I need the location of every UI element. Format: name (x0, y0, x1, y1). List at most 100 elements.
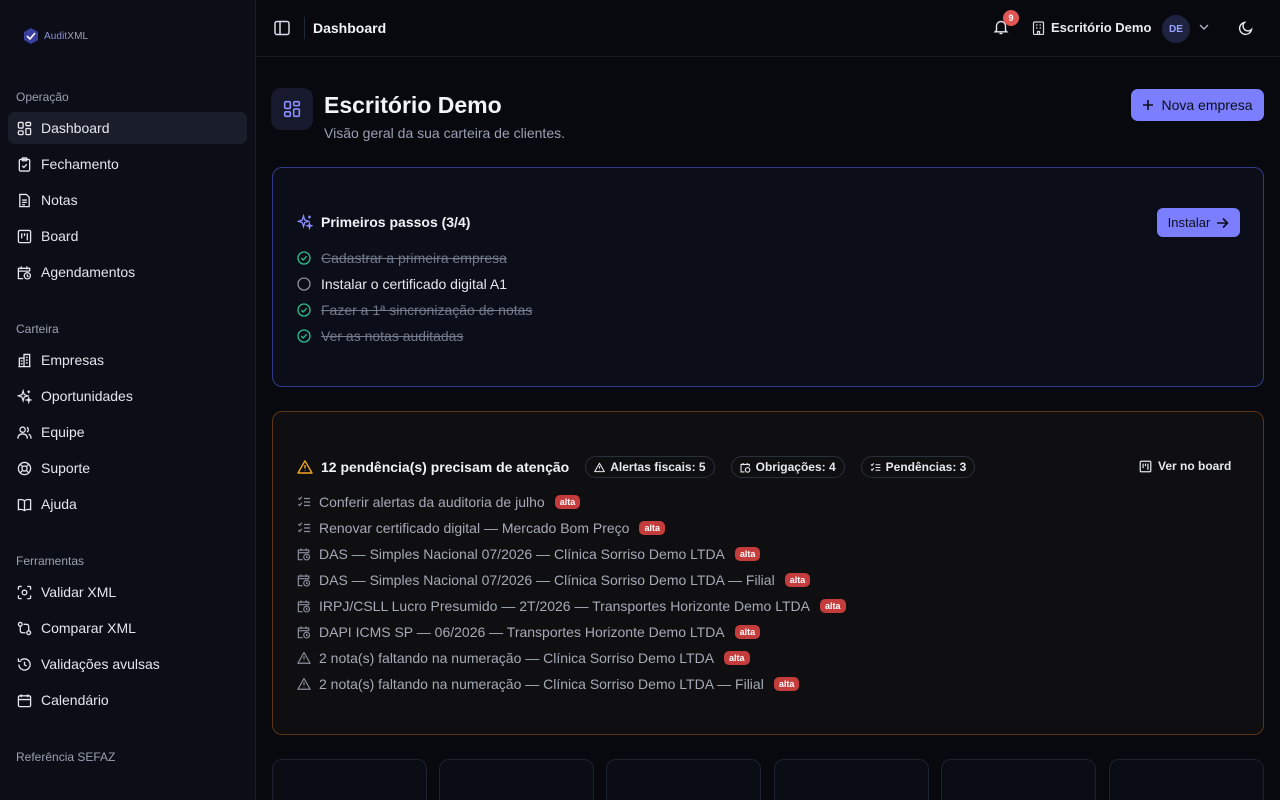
app-logo[interactable]: AuditXML (22, 26, 88, 46)
lifebuoy-icon (17, 461, 32, 475)
logo-mark-icon (24, 28, 38, 44)
stat-card[interactable] (439, 759, 594, 800)
sidebar-item-validar-xml[interactable]: Validar XML (8, 576, 247, 608)
git-compare-icon (17, 621, 32, 635)
new-company-button[interactable]: Nova empresa (1131, 89, 1264, 121)
sidebar-item-label: Fechamento (41, 156, 119, 172)
section-label-operacao: Operação (16, 90, 69, 104)
stat-card[interactable] (941, 759, 1096, 800)
sidebar-item-notas[interactable]: Notas (8, 184, 247, 216)
kanban-icon (17, 229, 32, 243)
pending-item[interactable]: Renovar certificado digital — Mercado Bo… (297, 520, 665, 536)
pending-item[interactable]: IRPJ/CSLL Lucro Presumido — 2T/2026 — Tr… (297, 598, 846, 614)
onboarding-step[interactable]: Ver as notas auditadas (297, 328, 463, 344)
priority-badge: alta (734, 547, 761, 561)
users-icon (17, 425, 32, 439)
pending-item-text: IRPJ/CSLL Lucro Presumido — 2T/2026 — Tr… (319, 598, 810, 614)
chip-label: Pendências: 3 (885, 460, 967, 474)
calendar-clock-icon (297, 600, 311, 613)
chip-pendencias[interactable]: Pendências: 3 (860, 456, 976, 478)
sidebar-item-agendamentos[interactable]: Agendamentos (8, 256, 247, 288)
sidebar-item-suporte[interactable]: Suporte (8, 452, 247, 484)
section-label-carteira: Carteira (16, 322, 59, 336)
org-switcher[interactable]: Escritório Demo (1032, 20, 1151, 35)
notification-badge: 9 (1003, 10, 1019, 26)
calendar-clock-icon (297, 626, 311, 639)
chip-obrigacoes[interactable]: Obrigações: 4 (730, 456, 845, 478)
list-checks-icon (297, 496, 311, 507)
topbar: Dashboard 9 Escritório Demo DE (256, 0, 1280, 57)
sidebar-item-label: Validar XML (41, 584, 117, 600)
moon-icon[interactable] (1238, 20, 1254, 36)
sparkles-icon (297, 214, 313, 230)
sidebar-item-fechamento[interactable]: Fechamento (8, 148, 247, 180)
pending-item[interactable]: 2 nota(s) faltando na numeração — Clínic… (297, 650, 750, 666)
sidebar-item-equipe[interactable]: Equipe (8, 416, 247, 448)
onboarding-step[interactable]: Fazer a 1ª sincronização de notas (297, 302, 532, 318)
alert-triangle-icon (594, 462, 606, 472)
stat-card[interactable] (606, 759, 761, 800)
kanban-icon (1139, 460, 1152, 472)
stat-card[interactable] (272, 759, 427, 800)
pending-item[interactable]: 2 nota(s) faltando na numeração — Clínic… (297, 676, 800, 692)
pending-item[interactable]: DAPI ICMS SP — 06/2026 — Transportes Hor… (297, 624, 761, 640)
scan-icon (17, 585, 32, 599)
stat-card[interactable] (774, 759, 929, 800)
sidebar-item-label: Notas (41, 192, 78, 208)
chevron-down-icon[interactable] (1198, 21, 1210, 33)
building-icon (1032, 20, 1045, 35)
sidebar-item-ajuda[interactable]: Ajuda (8, 488, 247, 520)
onboarding-step[interactable]: Instalar o certificado digital A1 (297, 276, 507, 292)
pending-item-text: Conferir alertas da auditoria de julho (319, 494, 545, 510)
onboarding-title: Primeiros passos (3/4) (297, 214, 470, 230)
view-board-link[interactable]: Ver no board (1139, 459, 1231, 473)
sidebar-item-label: Agendamentos (41, 264, 136, 280)
onboarding-title-text: Primeiros passos (3/4) (321, 214, 471, 230)
view-board-label: Ver no board (1158, 459, 1232, 473)
grid-icon (17, 121, 32, 135)
sidebar-item-label: Dashboard (41, 120, 110, 136)
check-circle-icon (297, 251, 311, 265)
sidebar-item-empresas[interactable]: Empresas (8, 344, 247, 376)
logo-text: AuditXML (44, 30, 89, 42)
calendar-clock-icon (297, 548, 311, 561)
sidebar-item-oportunidades[interactable]: Oportunidades (8, 380, 247, 412)
stat-card[interactable] (1109, 759, 1264, 800)
pending-item-text: DAS — Simples Nacional 07/2026 — Clínica… (319, 546, 725, 562)
priority-badge: alta (639, 521, 665, 535)
pending-item[interactable]: DAS — Simples Nacional 07/2026 — Clínica… (297, 546, 761, 562)
chip-alertas-fiscais[interactable]: Alertas fiscais: 5 (585, 456, 715, 478)
pending-item[interactable]: Conferir alertas da auditoria de julho a… (297, 494, 581, 510)
sidebar-item-label: Validações avulsas (41, 656, 160, 672)
history-icon (17, 657, 31, 671)
priority-badge: alta (734, 625, 761, 639)
list-checks-icon (297, 522, 311, 533)
topbar-title: Dashboard (313, 20, 387, 36)
sidebar-item-dashboard[interactable]: Dashboard (8, 112, 247, 144)
sidebar: AuditXML Operação Dashboard Fechamento N… (0, 0, 256, 800)
onboarding-step-label: Instalar o certificado digital A1 (321, 276, 507, 292)
sidebar-item-label: Ajuda (41, 496, 77, 512)
onboarding-step[interactable]: Cadastrar a primeira empresa (297, 250, 507, 266)
sidebar-item-label: Empresas (41, 352, 105, 368)
book-icon (17, 498, 32, 511)
calendar-icon (17, 693, 32, 707)
grid-icon (283, 100, 301, 118)
sidebar-item-validacoes-avulsas[interactable]: Validações avulsas (8, 648, 247, 680)
sidebar-toggle-icon[interactable] (273, 19, 291, 37)
alert-triangle-icon (297, 678, 311, 690)
priority-badge: alta (773, 677, 800, 691)
org-name: Escritório Demo (1051, 20, 1152, 35)
pending-item[interactable]: DAS — Simples Nacional 07/2026 — Clínica… (297, 572, 811, 588)
pending-item-text: DAS — Simples Nacional 07/2026 — Clínica… (319, 572, 775, 588)
sidebar-item-calendario[interactable]: Calendário (8, 684, 247, 716)
check-circle-icon (297, 303, 311, 317)
avatar[interactable]: DE (1162, 15, 1190, 43)
list-checks-icon (870, 462, 880, 471)
pending-title: 12 pendência(s) precisam de atenção (321, 459, 570, 475)
alert-triangle-icon (297, 460, 313, 474)
sidebar-item-board[interactable]: Board (8, 220, 247, 252)
calendar-clock-icon (740, 462, 750, 473)
sidebar-item-comparar-xml[interactable]: Comparar XML (8, 612, 247, 644)
install-button[interactable]: Instalar (1157, 208, 1240, 237)
